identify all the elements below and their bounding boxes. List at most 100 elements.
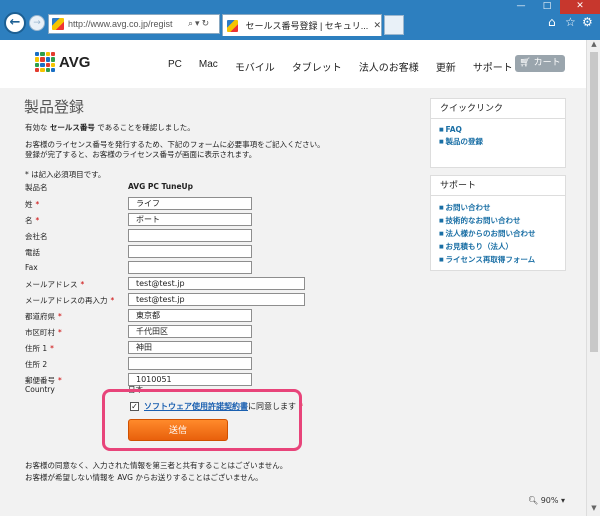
support-link-license[interactable]: ライセンス再取得フォーム — [439, 254, 565, 265]
scroll-up-icon[interactable]: ▲ — [587, 40, 600, 52]
support-title: サポート — [431, 176, 565, 196]
highlight-annotation — [102, 389, 302, 451]
new-tab-button[interactable] — [384, 15, 404, 35]
support-link-business[interactable]: 法人様からのお問い合わせ — [439, 228, 565, 239]
field-label: 会社名 — [25, 231, 48, 242]
required-mark: * — [80, 280, 85, 289]
dropdown-icon[interactable]: ▾ — [195, 19, 200, 29]
main-nav: PC Mac モバイル タブレット 法人のお客様 更新 サポート — [168, 59, 530, 74]
window-controls: — □ ✕ — [508, 0, 600, 14]
intro1-bold: セールス番号 — [49, 123, 95, 132]
required-mark: * — [58, 312, 62, 321]
browser-tab[interactable]: セールス番号登録 | セキュリ... ✕ — [222, 14, 382, 36]
nav-item-renew[interactable]: 更新 — [436, 59, 456, 74]
settings-gear-icon[interactable]: ⚙ — [582, 15, 593, 29]
refresh-icon[interactable]: ↻ — [202, 19, 210, 29]
registration-content: 製品登録 有効な セールス番号 であることを確認しました。 お客様のライセンス番… — [20, 88, 420, 516]
field-input[interactable]: 千代田区 — [128, 325, 252, 338]
home-icon[interactable]: ⌂ — [548, 15, 556, 29]
required-mark: * — [58, 328, 62, 337]
favorites-star-icon[interactable]: ☆ — [565, 15, 576, 29]
url-text[interactable]: http://www.avg.co.jp/regist — [68, 19, 186, 29]
nav-item-support[interactable]: サポート — [473, 59, 513, 74]
quicklinks-panel: クイックリンク FAQ 製品の登録 — [430, 98, 566, 168]
field-input[interactable]: 神田 — [128, 341, 252, 354]
intro1-suffix: であることを確認しました。 — [94, 123, 195, 132]
site-header: AVG PC Mac モバイル タブレット 法人のお客様 更新 サポート 🛒︎ … — [0, 40, 586, 88]
field-input[interactable]: ボート — [128, 213, 252, 226]
vertical-scrollbar[interactable]: ▲ ▼ — [586, 40, 600, 516]
field-input[interactable]: ライフ — [128, 197, 252, 210]
nav-item-mac[interactable]: Mac — [199, 59, 218, 74]
page-title: 製品登録 — [24, 99, 85, 116]
cart-button[interactable]: 🛒︎ カート — [515, 55, 565, 72]
page-viewport: AVG PC Mac モバイル タブレット 法人のお客様 更新 サポート 🛒︎ … — [0, 40, 586, 516]
field-label: 市区町村 * — [25, 327, 62, 338]
required-mark: * — [50, 344, 54, 353]
field-label-text: 電話 — [25, 248, 40, 257]
support-link-technical[interactable]: 技術的なお問い合わせ — [439, 215, 565, 226]
zoom-indicator[interactable]: 🔍︎ 90% ▾ — [528, 496, 566, 505]
support-link-quote[interactable]: お見積もり（法人） — [439, 241, 565, 252]
nav-item-mobile[interactable]: モバイル — [235, 59, 275, 74]
nav-item-tablet[interactable]: タブレット — [292, 59, 342, 74]
field-label: 住所 1 * — [25, 343, 54, 354]
field-label-text: 姓 — [25, 200, 33, 209]
field-input[interactable] — [128, 357, 252, 370]
minimize-button[interactable]: — — [508, 0, 534, 14]
field-label-text: 住所 1 — [25, 344, 48, 353]
field-input[interactable]: 1010051 — [128, 373, 252, 386]
quicklink-register[interactable]: 製品の登録 — [439, 136, 565, 147]
address-bar[interactable]: http://www.avg.co.jp/regist ⌕ ▾ ↻ — [48, 14, 220, 34]
required-note: * は記入必須項目です。 — [25, 170, 106, 179]
field-input[interactable] — [128, 261, 252, 274]
field-input[interactable]: test@test.jp — [128, 277, 305, 290]
required-mark: * — [35, 200, 40, 209]
field-input[interactable]: 東京都 — [128, 309, 252, 322]
zoom-level: 90% — [540, 496, 559, 505]
avg-logo[interactable]: AVG — [35, 52, 90, 72]
scroll-thumb[interactable] — [590, 52, 598, 352]
back-button[interactable]: ← — [4, 12, 26, 34]
tab-favicon-icon — [227, 19, 239, 32]
browser-toolbar: — □ ✕ ← → http://www.avg.co.jp/regist ⌕ … — [0, 0, 600, 40]
footer-note-2: お客様が希望しない情報を AVG からお送りすることはございません。 — [25, 473, 263, 482]
field-label: メールアドレス * — [25, 279, 84, 290]
zoom-dropdown-icon: ▾ — [561, 496, 566, 505]
maximize-button[interactable]: □ — [534, 0, 560, 14]
favicon-icon — [52, 18, 64, 30]
cart-label: カート — [533, 58, 561, 68]
nav-item-pc[interactable]: PC — [168, 59, 182, 74]
nav-item-business[interactable]: 法人のお客様 — [359, 59, 419, 74]
field-input[interactable] — [128, 229, 252, 242]
field-input[interactable]: test@test.jp — [128, 293, 305, 306]
field-label: 住所 2 — [25, 359, 47, 370]
intro1-prefix: 有効な — [25, 123, 50, 132]
scroll-down-icon[interactable]: ▼ — [587, 504, 600, 516]
footer-note-1: お客様の同意なく、入力された情報を第三者と共有することはございません。 — [25, 461, 288, 470]
required-mark: * — [35, 216, 40, 225]
quicklinks-title: クイックリンク — [431, 99, 565, 119]
tab-close-icon[interactable]: ✕ — [373, 21, 381, 31]
forward-button[interactable]: → — [29, 15, 45, 31]
support-link-contact[interactable]: お問い合わせ — [439, 202, 565, 213]
field-label-text: 郵便番号 — [25, 376, 55, 385]
field-input[interactable] — [128, 245, 252, 258]
search-icon[interactable]: ⌕ — [188, 19, 193, 29]
field-label-text: 会社名 — [25, 232, 48, 241]
field-label: メールアドレスの再入力 * — [25, 295, 114, 306]
field-label-text: 市区町村 — [25, 328, 55, 337]
field-label-text: メールアドレス — [25, 280, 78, 289]
field-label: 姓 * — [25, 199, 39, 210]
close-button[interactable]: ✕ — [560, 0, 600, 14]
zoom-icon: 🔍︎ — [528, 496, 539, 505]
field-label-text: 名 — [25, 216, 33, 225]
required-mark: * — [58, 376, 62, 385]
support-panel: サポート お問い合わせ 技術的なお問い合わせ 法人様からのお問い合わせ お見積も… — [430, 175, 566, 271]
tab-title: セールス番号登録 | セキュリ... — [245, 21, 369, 31]
logo-text: AVG — [59, 53, 91, 71]
field-label: 名 * — [25, 215, 39, 226]
intro-line-3: 登録が完了すると、お客様のライセンス番号が画面に表示されます。 — [25, 150, 257, 159]
product-value: AVG PC TuneUp — [128, 182, 193, 191]
quicklink-faq[interactable]: FAQ — [439, 125, 565, 134]
